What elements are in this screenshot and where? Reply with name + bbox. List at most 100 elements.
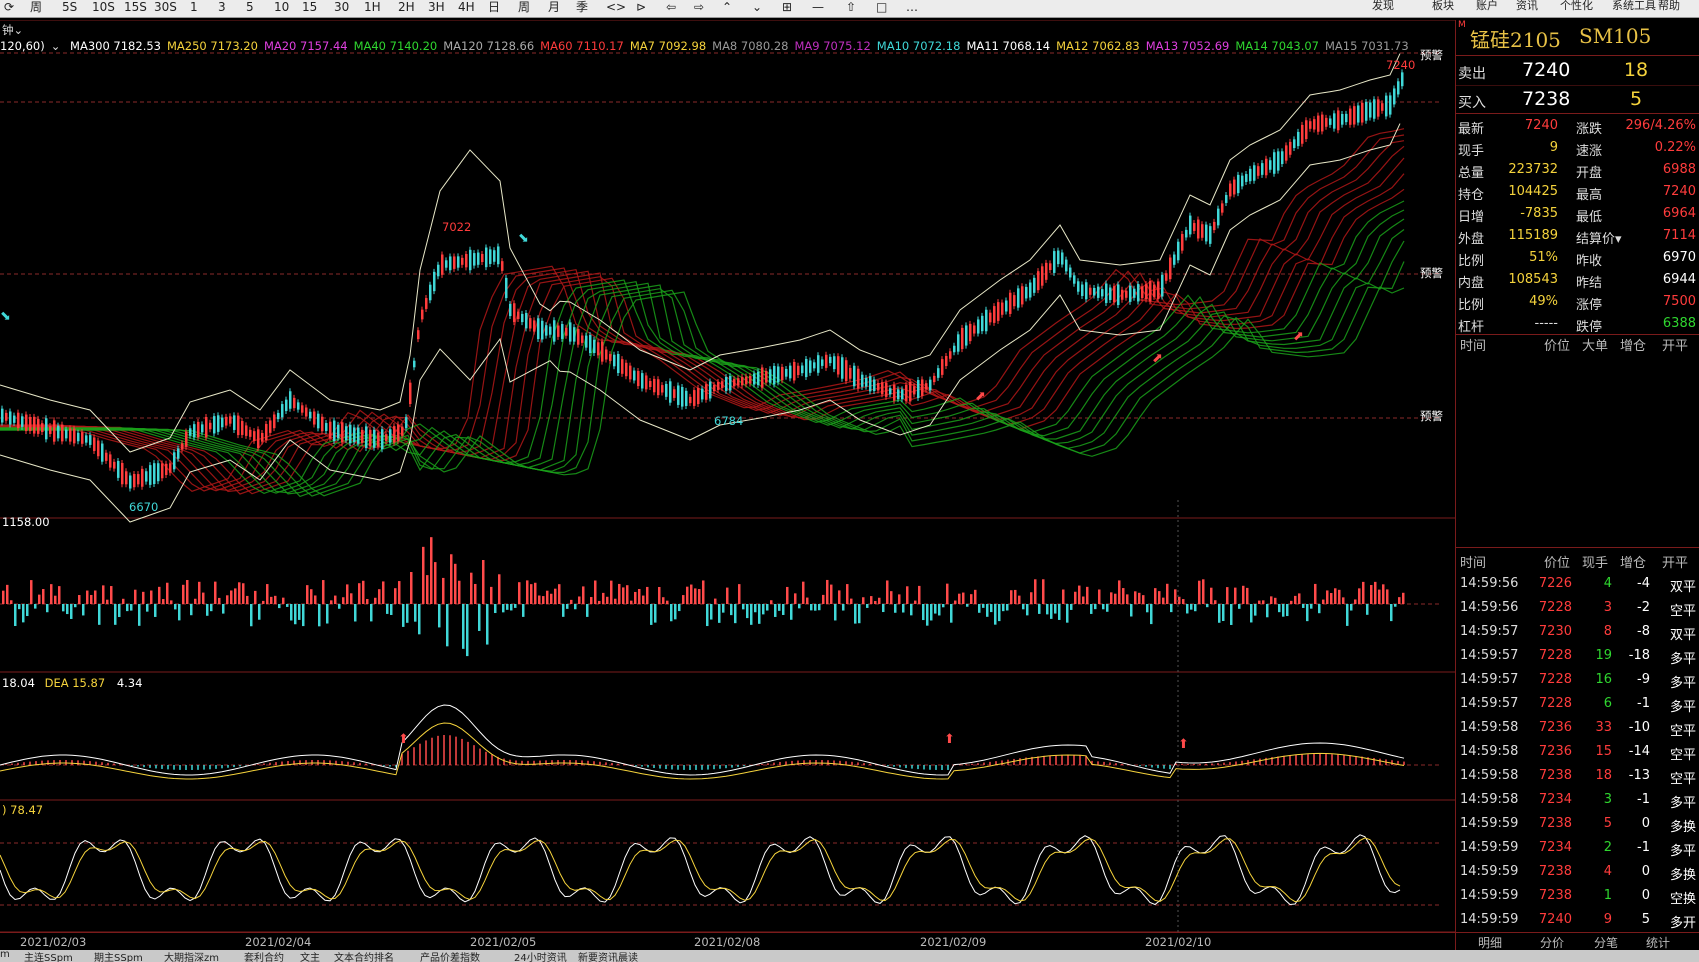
toolbar-button[interactable]: 月: [548, 0, 560, 17]
toolbar-button[interactable]: 周: [518, 0, 530, 17]
bottom-tab[interactable]: m: [0, 950, 10, 960]
tick-cell-o: 多开: [1669, 916, 1696, 931]
toolbar-button[interactable]: 30: [334, 0, 349, 17]
bottom-tab[interactable]: 大期指深zm: [164, 950, 219, 962]
tick-cell-p: 7236: [1538, 744, 1572, 759]
candle-body: [1325, 117, 1328, 127]
price-chart-canvas[interactable]: ⬈ ⬈ ⬈ ⬆ ⬆ ⬆ ⬊ ⬊: [0, 20, 1455, 932]
tab-0[interactable]: 明细: [1478, 934, 1502, 951]
tick-row[interactable]: 14:59:59 7238 1 0 空换: [1456, 884, 1699, 908]
alert-label[interactable]: 预警: [1420, 47, 1443, 63]
candle-body: [1217, 208, 1220, 226]
toolbar-button[interactable]: 3: [218, 0, 226, 17]
toolbar-button[interactable]: 5: [246, 0, 254, 17]
candle-body: [485, 247, 488, 268]
toolbar-button[interactable]: ⟳: [4, 0, 14, 17]
toolbar-button[interactable]: □: [876, 0, 887, 17]
bottom-tab[interactable]: 文主: [300, 950, 320, 962]
candle-body: [161, 463, 164, 479]
menu-item[interactable]: 资讯: [1516, 0, 1538, 17]
alert-label[interactable]: 预警: [1420, 265, 1443, 281]
stat-label[interactable]: 结算价▾: [1576, 228, 1622, 247]
tab-1[interactable]: 分价: [1540, 934, 1564, 951]
bottom-tab[interactable]: 产品价差指数: [420, 950, 480, 962]
alert-label[interactable]: 预警: [1420, 408, 1443, 424]
toolbar-button[interactable]: …: [906, 0, 918, 17]
toolbar-button[interactable]: 季: [576, 0, 588, 17]
menu-item[interactable]: 个性化: [1560, 0, 1593, 17]
toolbar-button[interactable]: 2H: [398, 0, 415, 17]
tick-row[interactable]: 14:59:57 7230 8 -8 双平: [1456, 620, 1699, 644]
tick-row[interactable]: 14:59:58 7234 3 -1 多平: [1456, 788, 1699, 812]
tab-2[interactable]: 分笔: [1594, 934, 1618, 951]
toolbar-button[interactable]: —: [812, 0, 824, 17]
toolbar-button[interactable]: ⇦: [666, 0, 676, 17]
candle-body: [1357, 105, 1360, 123]
menu-item[interactable]: 板块: [1432, 0, 1454, 17]
toolbar-button[interactable]: ⇨: [694, 0, 704, 17]
tick-row[interactable]: 14:59:58 7236 15 -14 空平: [1456, 740, 1699, 764]
candle-body: [925, 383, 928, 390]
toolbar-button[interactable]: ⌃: [722, 0, 732, 17]
tick-cell-p: 7236: [1538, 720, 1572, 735]
bottom-tab[interactable]: 新要资讯晨读: [578, 950, 638, 962]
menu-item[interactable]: 账户: [1476, 0, 1498, 17]
toolbar-button[interactable]: 15S: [124, 0, 147, 17]
toolbar-button[interactable]: <>: [606, 0, 626, 17]
stat-value: 7114: [1662, 228, 1696, 243]
toolbar-button[interactable]: 30S: [154, 0, 177, 17]
candle-body: [937, 368, 940, 378]
tick-row[interactable]: 14:59:56 7228 3 -2 空平: [1456, 596, 1699, 620]
toolbar-button[interactable]: 3H: [428, 0, 445, 17]
toolbar-button[interactable]: 周: [30, 0, 42, 17]
bottom-tab[interactable]: 套利合约: [244, 950, 284, 962]
candle-body: [1285, 145, 1288, 161]
bottom-tab[interactable]: 24小时资讯: [514, 950, 567, 962]
volume-bar: [330, 600, 333, 604]
tab-3[interactable]: 统计: [1646, 934, 1670, 951]
toolbar-button[interactable]: 5S: [62, 0, 77, 17]
menu-item[interactable]: 帮助: [1658, 0, 1680, 17]
volume-bar: [270, 596, 273, 604]
toolbar-button[interactable]: 4H: [458, 0, 475, 17]
toolbar-button[interactable]: 1H: [364, 0, 381, 17]
tick-row[interactable]: 14:59:59 7238 5 0 多换: [1456, 812, 1699, 836]
toolbar-button[interactable]: 日: [488, 0, 500, 17]
bottom-tab[interactable]: 主连SSpm: [24, 950, 73, 962]
candle-body: [849, 367, 852, 379]
tick-row[interactable]: 14:59:58 7238 18 -13 空平: [1456, 764, 1699, 788]
toolbar-button[interactable]: 1: [190, 0, 198, 17]
menu-item[interactable]: 系统工具: [1612, 0, 1656, 17]
volume-bar: [1078, 585, 1081, 604]
toolbar-button[interactable]: ⌄: [752, 0, 762, 17]
volume-bar: [730, 604, 733, 616]
tick-row[interactable]: 14:59:57 7228 19 -18 多平: [1456, 644, 1699, 668]
volume-bar: [918, 585, 921, 604]
candle-body: [469, 249, 472, 271]
candle-body: [941, 359, 944, 375]
toolbar-button[interactable]: 10: [274, 0, 289, 17]
tick-row[interactable]: 14:59:56 7226 4 -4 双平: [1456, 572, 1699, 596]
candle-body: [973, 325, 976, 334]
toolbar-button[interactable]: ⇧: [846, 0, 856, 17]
menu-item[interactable]: 发现: [1372, 0, 1394, 17]
toolbar-button[interactable]: 10S: [92, 0, 115, 17]
tick-row[interactable]: 14:59:58 7236 33 -10 空平: [1456, 716, 1699, 740]
candle-body: [189, 428, 192, 436]
volume-bar: [966, 604, 969, 607]
bottom-tab[interactable]: 文本合约排名: [334, 950, 394, 962]
tick-row[interactable]: 14:59:57 7228 6 -1 多平: [1456, 692, 1699, 716]
toolbar-button[interactable]: ⊳: [636, 0, 646, 17]
tick-row[interactable]: 14:59:59 7234 2 -1 多平: [1456, 836, 1699, 860]
tick-row[interactable]: 14:59:57 7228 16 -9 多平: [1456, 668, 1699, 692]
volume-bar: [582, 586, 585, 604]
candle-body: [185, 431, 188, 447]
candle-body: [1093, 287, 1096, 296]
toolbar-button[interactable]: ⊞: [782, 0, 792, 17]
toolbar-button[interactable]: 15: [302, 0, 317, 17]
tick-row[interactable]: 14:59:59 7238 4 0 多换: [1456, 860, 1699, 884]
tick-row[interactable]: 14:59:59 7240 9 5 多开: [1456, 908, 1699, 932]
tick-cell-t: 14:59:59: [1460, 912, 1519, 927]
bottom-tab[interactable]: 期主SSpm: [94, 950, 143, 962]
candle-body: [125, 471, 128, 485]
